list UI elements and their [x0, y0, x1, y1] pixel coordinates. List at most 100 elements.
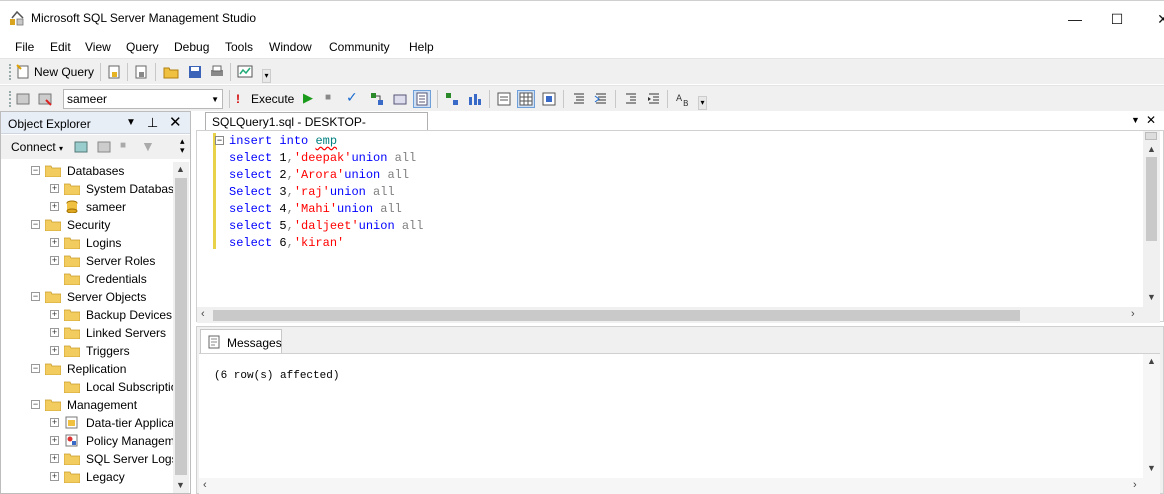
query-editor[interactable]: − insert into emp select 1,'deepak'union …: [196, 130, 1164, 323]
expand-icon[interactable]: +: [50, 436, 59, 445]
scroll-left-icon[interactable]: ‹: [203, 479, 207, 491]
expand-icon[interactable]: +: [50, 472, 59, 481]
menu-file[interactable]: File: [15, 40, 34, 54]
connect-dropdown[interactable]: Connect ▾: [11, 140, 63, 154]
decrease-indent-icon[interactable]: [623, 91, 639, 107]
scroll-down-icon[interactable]: ▼: [176, 480, 185, 490]
close-panel-icon[interactable]: ✕: [169, 113, 182, 131]
database-selector[interactable]: sameer ▼: [63, 89, 223, 109]
collapse-icon[interactable]: −: [31, 292, 40, 301]
code-line[interactable]: insert into emp: [229, 133, 423, 150]
editor-horizontal-scrollbar[interactable]: ‹ ›: [197, 307, 1160, 323]
scroll-up-icon[interactable]: ▲: [1147, 356, 1156, 366]
expand-icon[interactable]: +: [50, 328, 59, 337]
database-engine-query-icon[interactable]: [106, 64, 122, 80]
collapse-icon[interactable]: −: [31, 400, 40, 409]
close-window-button[interactable]: ✕: [1140, 7, 1164, 31]
expand-icon[interactable]: +: [50, 418, 59, 427]
save-icon[interactable]: [187, 64, 203, 80]
uncomment-lines-icon[interactable]: [593, 91, 609, 107]
debug-icon[interactable]: ▶: [303, 90, 313, 106]
disconnect-icon[interactable]: [96, 139, 112, 155]
stop-icon[interactable]: ■: [120, 140, 126, 151]
collapse-icon[interactable]: −: [31, 220, 40, 229]
print-icon[interactable]: [209, 64, 225, 80]
connect-icon[interactable]: [15, 91, 31, 107]
results-to-file-icon[interactable]: [541, 91, 557, 107]
code-line[interactable]: select 2,'Arora'union all: [229, 167, 423, 184]
code-line[interactable]: select 4,'Mahi'union all: [229, 201, 423, 218]
comment-lines-icon[interactable]: [571, 91, 587, 107]
scroll-left-icon[interactable]: ‹: [201, 308, 205, 320]
toolbar-grip[interactable]: [9, 91, 12, 107]
scroll-down-icon[interactable]: ▼: [1147, 292, 1156, 302]
close-tab-icon[interactable]: ✕: [1146, 113, 1156, 127]
expand-icon[interactable]: +: [50, 256, 59, 265]
scrollbar-thumb[interactable]: [175, 178, 187, 475]
expand-icon[interactable]: +: [50, 202, 59, 211]
activity-monitor-icon[interactable]: [237, 64, 253, 80]
messages-vertical-scrollbar[interactable]: ▲ ▼: [1143, 354, 1160, 478]
results-to-text-icon[interactable]: [496, 91, 512, 107]
scroll-down-icon[interactable]: ▼: [1147, 463, 1156, 473]
expand-icon[interactable]: +: [50, 238, 59, 247]
expand-icon[interactable]: +: [50, 346, 59, 355]
include-plan-icon[interactable]: [444, 91, 460, 107]
menu-help[interactable]: Help: [409, 40, 434, 54]
editor-vertical-scrollbar[interactable]: ▲ ▼: [1143, 131, 1160, 307]
scroll-right-icon[interactable]: ›: [1133, 479, 1137, 491]
menu-query[interactable]: Query: [126, 40, 159, 54]
toolbar-grip[interactable]: [9, 64, 12, 80]
query-options-icon[interactable]: [392, 91, 408, 107]
scrollbar-thumb[interactable]: [1146, 157, 1157, 241]
code-line[interactable]: select 6,'kiran': [229, 235, 423, 252]
expand-icon[interactable]: +: [50, 184, 59, 193]
messages-horizontal-scrollbar[interactable]: ‹ ›: [199, 478, 1160, 494]
menu-window[interactable]: Window: [269, 40, 312, 54]
scroll-up-icon[interactable]: ▲: [176, 164, 185, 174]
scroll-more-icon[interactable]: ▴ ▾: [180, 137, 185, 155]
parse-icon[interactable]: ✓: [346, 89, 358, 106]
code-line[interactable]: select 1,'deepak'union all: [229, 150, 423, 167]
scroll-up-icon[interactable]: ▲: [1147, 144, 1156, 154]
toolbar-overflow-icon[interactable]: ▾: [262, 69, 271, 83]
window-position-icon[interactable]: ▼: [126, 117, 136, 128]
toolbar-overflow-icon[interactable]: ▾: [698, 96, 707, 110]
results-to-grid-icon[interactable]: [517, 90, 535, 108]
maximize-button[interactable]: ☐: [1094, 7, 1140, 31]
scroll-right-icon[interactable]: ›: [1131, 308, 1135, 320]
collapse-icon[interactable]: −: [31, 166, 40, 175]
client-statistics-icon[interactable]: [467, 91, 483, 107]
menu-view[interactable]: View: [85, 40, 111, 54]
collapse-region-icon[interactable]: −: [215, 136, 224, 145]
code-line[interactable]: select 5,'daljeet'union all: [229, 218, 423, 235]
pin-icon[interactable]: ⊥: [147, 115, 158, 131]
filter-icon[interactable]: ▼: [141, 138, 155, 154]
minimize-button[interactable]: —: [1052, 7, 1098, 31]
menu-debug[interactable]: Debug: [174, 40, 209, 54]
intellisense-icon[interactable]: [413, 90, 431, 108]
cancel-query-icon[interactable]: ■: [325, 92, 331, 103]
specify-template-values-icon[interactable]: AB: [675, 91, 691, 107]
tab-list-icon[interactable]: ▼: [1131, 115, 1140, 125]
menu-edit[interactable]: Edit: [50, 40, 71, 54]
tab-messages[interactable]: Messages: [200, 329, 282, 353]
open-file-icon[interactable]: [163, 64, 179, 80]
tab-sqlquery1[interactable]: SQLQuery1.sql - DESKTOP-315KFCS...*: [205, 112, 428, 143]
menu-community[interactable]: Community: [329, 40, 390, 54]
increase-indent-icon[interactable]: [646, 91, 662, 107]
menu-tools[interactable]: Tools: [225, 40, 253, 54]
execute-button[interactable]: Execute: [251, 92, 294, 106]
sql-code[interactable]: insert into emp select 1,'deepak'union al…: [229, 133, 423, 252]
new-file-icon[interactable]: [133, 64, 149, 80]
connect-server-icon[interactable]: [73, 139, 89, 155]
code-line[interactable]: Select 3,'raj'union all: [229, 184, 423, 201]
scrollbar-thumb[interactable]: [213, 310, 1020, 321]
new-query-button[interactable]: New Query: [34, 65, 94, 79]
estimated-plan-icon[interactable]: [369, 91, 385, 107]
expand-icon[interactable]: +: [50, 310, 59, 319]
object-explorer-scrollbar[interactable]: ▲ ▼: [173, 162, 189, 493]
change-connection-icon[interactable]: [37, 91, 53, 107]
expand-icon[interactable]: +: [50, 454, 59, 463]
splitter-handle[interactable]: [1145, 132, 1157, 140]
